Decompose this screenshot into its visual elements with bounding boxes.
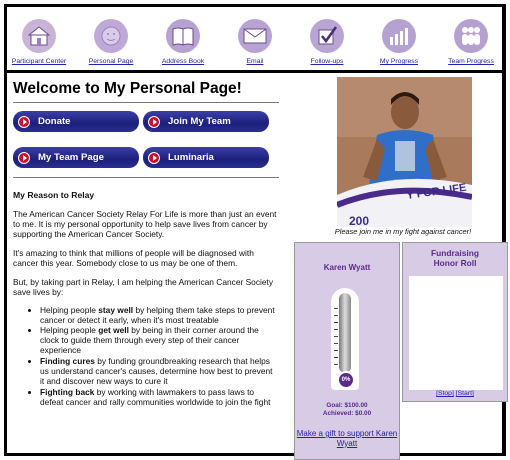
participant-name: Karen Wyatt	[323, 263, 371, 272]
progress-bulb: 0%	[337, 371, 355, 389]
arrow-icon	[18, 115, 30, 128]
reasons-list: Helping people stay well by helping them…	[40, 305, 279, 407]
nav-participant-center[interactable]: Participant Center	[9, 19, 69, 70]
nav-label-my-progress: My Progress	[379, 58, 419, 65]
nav-personal-page[interactable]: Personal Page	[81, 19, 141, 70]
progress-percent: 0%	[341, 377, 351, 383]
people-icon	[454, 19, 488, 53]
bar-chart-icon	[382, 19, 416, 53]
donate-button-label: Donate	[38, 116, 71, 127]
nav-my-progress[interactable]: My Progress	[369, 19, 429, 70]
join-my-team-label: Join My Team	[168, 116, 231, 127]
nav-address-book[interactable]: Address Book	[153, 19, 213, 70]
paragraph: But, by taking part in Relay, I am helpi…	[13, 277, 274, 298]
nav-email[interactable]: Email	[225, 19, 285, 70]
banner-text-year: 200	[349, 214, 369, 227]
my-team-page-button[interactable]: My Team Page	[13, 147, 139, 168]
envelope-icon	[238, 19, 272, 53]
checkbox-icon	[310, 19, 344, 53]
list-item: Helping people stay well by helping them…	[40, 305, 279, 325]
participant-photo: Y FOR LIFE 200	[337, 77, 472, 227]
nav-label-team-progress: Team Progress	[448, 58, 494, 65]
nav-label-personal-page: Personal Page	[88, 58, 134, 65]
achieved-amount: Achieved: $0.00	[322, 410, 372, 417]
make-gift-link[interactable]: Make a gift to support Karen Wyatt	[295, 429, 399, 448]
nav-follow-ups[interactable]: Follow-ups	[297, 19, 357, 70]
arrow-icon	[148, 151, 160, 164]
house-icon	[22, 19, 56, 53]
book-icon	[166, 19, 200, 53]
donate-button[interactable]: Donate	[13, 111, 139, 132]
list-item: Finding cures by funding groundbreaking …	[40, 356, 279, 386]
photo-caption: Please join me in my fight against cance…	[334, 227, 472, 236]
list-item: Helping people get well by being in thei…	[40, 325, 279, 355]
my-team-page-label: My Team Page	[38, 152, 104, 163]
paragraph: The American Cancer Society Relay For Li…	[13, 209, 277, 240]
list-item: Fighting back by working with lawmakers …	[40, 387, 279, 407]
stop-link[interactable]: [Stop]	[436, 390, 454, 397]
start-link[interactable]: [Start]	[456, 390, 474, 397]
honor-roll-list	[409, 276, 503, 390]
nav-label-address-book: Address Book	[161, 58, 205, 65]
nav-label-email: Email	[246, 58, 264, 65]
luminaria-label: Luminaria	[168, 152, 214, 163]
arrow-icon	[18, 151, 30, 164]
top-nav: Participant Center Personal Page Address…	[7, 7, 503, 73]
nav-label-participant-center: Participant Center	[11, 58, 67, 65]
face-icon	[94, 19, 128, 53]
goal-amount: Goal: $100.00	[326, 402, 368, 409]
action-buttons: Donate Join My Team My Team Page Luminar…	[13, 111, 279, 168]
fundraising-thermometer-panel: Karen Wyatt 0% Goal: $100.00 Achieved: $…	[294, 242, 400, 460]
main-content: Welcome to My Personal Page! Donate Join…	[13, 77, 279, 407]
page-frame: Participant Center Personal Page Address…	[4, 4, 508, 460]
honor-roll-controls: [Stop] [Start]	[403, 390, 507, 397]
honor-roll-title: Fundraising Honor Roll	[431, 248, 479, 269]
nav-team-progress[interactable]: Team Progress	[441, 19, 501, 70]
join-my-team-button[interactable]: Join My Team	[143, 111, 269, 132]
luminaria-button[interactable]: Luminaria	[143, 147, 269, 168]
divider	[13, 177, 279, 178]
divider	[13, 102, 279, 103]
nav-label-follow-ups: Follow-ups	[310, 58, 344, 65]
page-title: Welcome to My Personal Page!	[13, 80, 242, 97]
paragraph: It's amazing to think that millions of p…	[13, 248, 254, 269]
reason-heading: My Reason to Relay	[13, 190, 95, 200]
honor-roll-panel: Fundraising Honor Roll [Stop] [Start]	[402, 242, 508, 402]
arrow-icon	[148, 115, 160, 128]
